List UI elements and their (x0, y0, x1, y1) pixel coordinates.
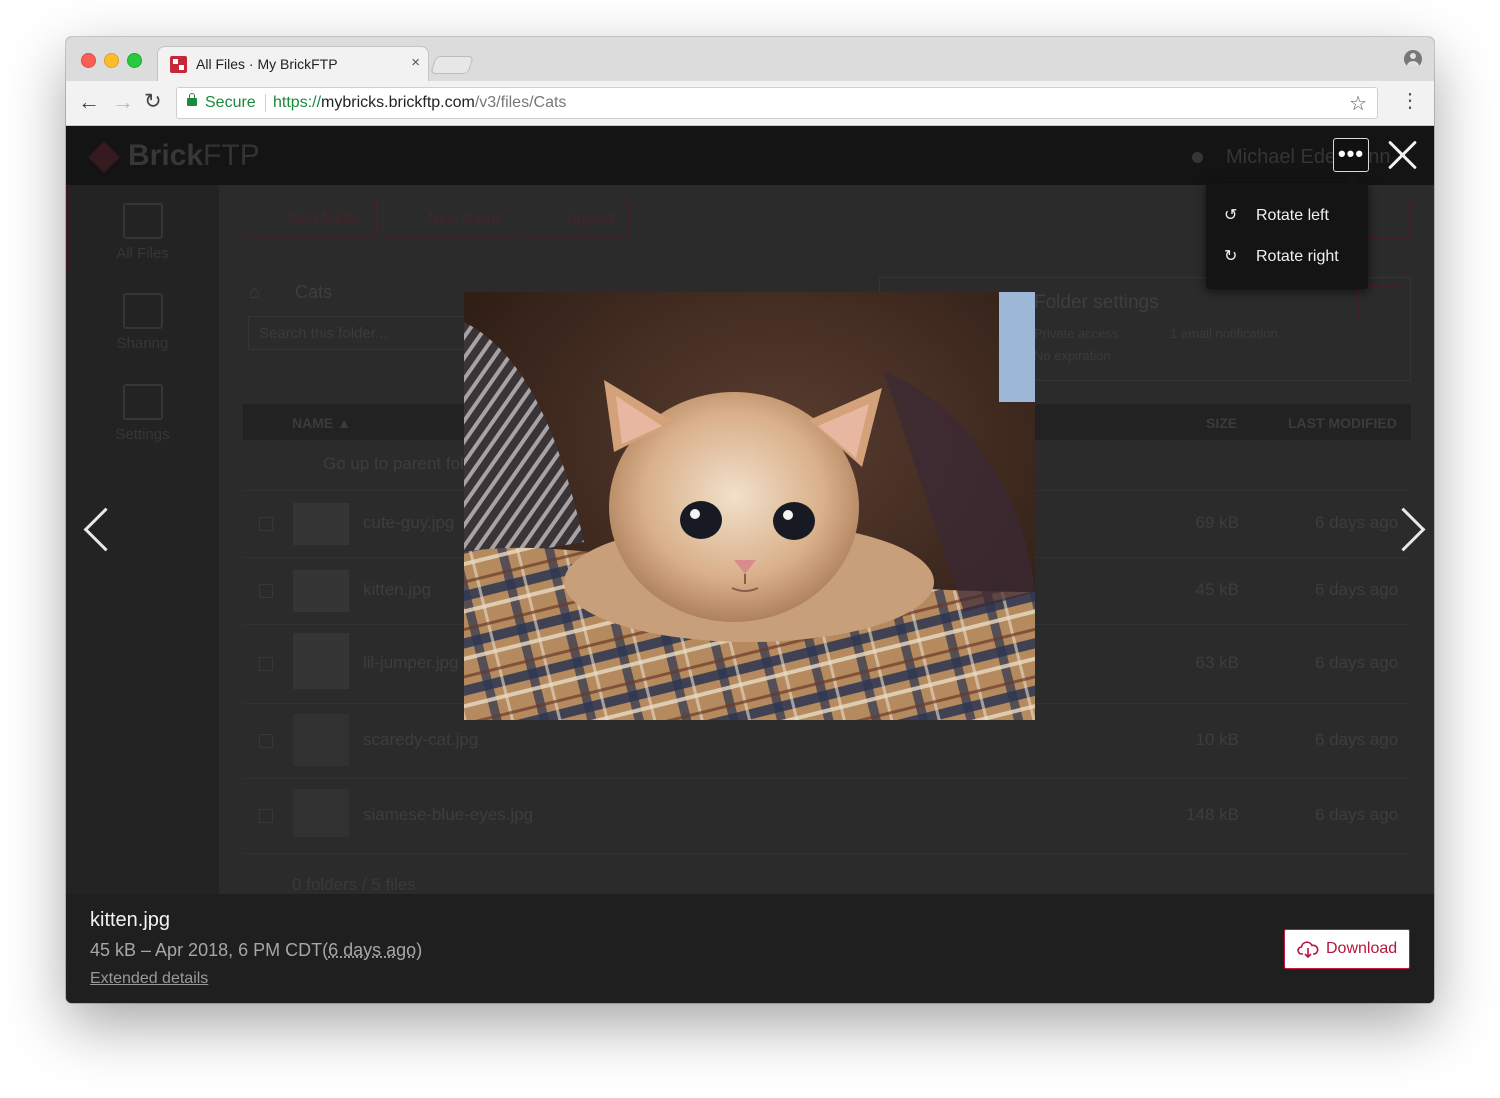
tab-title: All Files · My BrickFTP (196, 56, 338, 72)
image-file-name: kitten.jpg (90, 909, 171, 931)
close-viewer-icon[interactable] (1384, 136, 1420, 172)
rotate-left-menu-item[interactable]: ↺ Rotate left (1224, 205, 1329, 225)
kitten-photo (464, 292, 1035, 720)
back-arrow-icon[interactable]: ← (78, 90, 100, 114)
forward-arrow-icon[interactable]: → (112, 90, 134, 114)
close-window-button[interactable] (81, 53, 96, 68)
rotate-right-icon: ↻ (1224, 248, 1238, 265)
rotate-left-label: Rotate left (1256, 207, 1329, 224)
tab-strip: All Files · My BrickFTP × (66, 37, 1434, 81)
rotate-right-label: Rotate right (1256, 248, 1339, 265)
bookmark-star-icon[interactable]: ☆ (1349, 91, 1367, 116)
browser-window: All Files · My BrickFTP × ← → ↻ Secure h… (66, 37, 1434, 1003)
zoom-window-button[interactable] (127, 53, 142, 68)
more-options-button[interactable]: ••• (1333, 138, 1369, 172)
options-dropdown-menu: ↺ Rotate left ↻ Rotate right (1206, 176, 1368, 289)
image-meta-suffix: ) (416, 940, 423, 960)
kitten-image (464, 292, 1035, 720)
rotate-left-icon: ↺ (1224, 207, 1238, 224)
lock-icon (187, 93, 197, 106)
extended-details-link[interactable]: Extended details (90, 970, 208, 988)
image-meta-prefix: 45 kB – Apr 2018, 6 PM CDT( (90, 940, 329, 960)
tab-close-icon[interactable]: × (411, 54, 420, 71)
url-host: mybricks.brickftp.com (321, 94, 475, 111)
address-bar[interactable]: Secure https://mybricks.brickftp.com/v3/… (176, 87, 1378, 119)
more-dots-icon: ••• (1337, 141, 1365, 166)
browser-toolbar: ← → ↻ Secure https://mybricks.brickftp.c… (66, 81, 1434, 126)
new-tab-button[interactable] (431, 57, 473, 73)
download-button[interactable]: Download (1284, 929, 1410, 969)
download-label: Download (1326, 940, 1398, 957)
image-meta-relative: 6 days ago (328, 940, 417, 960)
image-info-bar: kitten.jpg 45 kB – Apr 2018, 6 PM CDT(6 … (66, 894, 1434, 1003)
url-path: /v3/files/Cats (474, 94, 567, 111)
browser-menu-icon[interactable]: ⋮ (1400, 91, 1420, 111)
profile-icon[interactable] (1404, 50, 1422, 68)
rotate-right-menu-item[interactable]: ↻ Rotate right (1224, 246, 1339, 266)
minimize-window-button[interactable] (104, 53, 119, 68)
reload-icon[interactable]: ↻ (144, 90, 162, 114)
url-divider (265, 94, 266, 112)
url-scheme: https:// (273, 94, 322, 111)
brickftp-favicon-icon (170, 56, 187, 73)
url-text[interactable]: https://mybricks.brickftp.com/v3/files/C… (273, 94, 566, 112)
secure-label: Secure (205, 94, 256, 111)
cloud-download-icon (1297, 941, 1319, 958)
app-viewport: BrickFTP Michael Edelmann All Files Shar… (66, 126, 1434, 1003)
browser-tab[interactable]: All Files · My BrickFTP × (158, 47, 428, 81)
image-file-meta: 45 kB – Apr 2018, 6 PM CDT(6 days ago) (90, 940, 422, 961)
